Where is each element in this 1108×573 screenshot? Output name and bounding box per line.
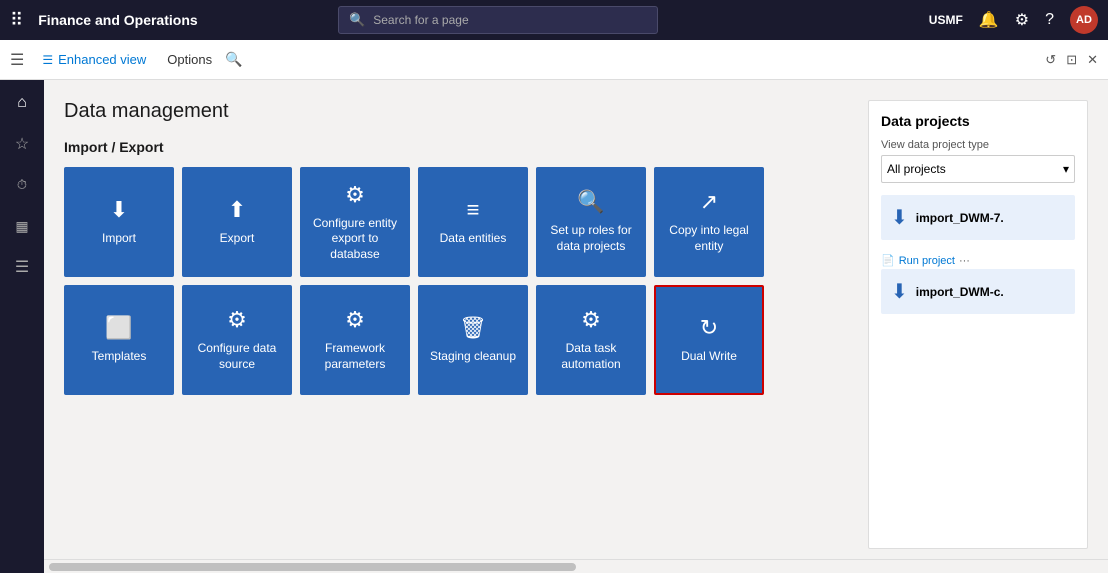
tile-import[interactable]: ⬇ Import: [64, 167, 174, 277]
tile-icon-export: ⬆: [228, 197, 246, 223]
project-name-project1: import_DWM-7.: [916, 211, 1065, 225]
help-icon[interactable]: ?: [1045, 11, 1054, 29]
project-card-inner-project2[interactable]: ⬇ import_DWM-c.: [881, 269, 1075, 314]
project-name-project2: import_DWM-c.: [916, 285, 1065, 299]
tile-data-task[interactable]: ⚙ Data task automation: [536, 285, 646, 395]
project-icon-project1: ⬇: [891, 205, 908, 230]
search-icon: 🔍: [349, 12, 365, 28]
page-body: Data management Import / Export ⬇ Import…: [44, 80, 1108, 559]
tile-configure-data[interactable]: ⚙ Configure data source: [182, 285, 292, 395]
page-title: Data management: [64, 100, 848, 123]
tile-icon-copy-legal: ↗: [700, 189, 718, 215]
tile-icon-dual-write: ↻: [700, 315, 718, 341]
tile-label-data-task: Data task automation: [546, 341, 636, 372]
tile-configure-entity[interactable]: ⚙ Configure entity export to database: [300, 167, 410, 277]
tile-dual-write[interactable]: ↻ Dual Write: [654, 285, 764, 395]
notification-icon[interactable]: 🔔: [979, 10, 999, 30]
chevron-down-icon: ▾: [1063, 162, 1069, 176]
project-card-project1: ⬇ import_DWM-7. 📄 Run project ···: [881, 195, 1075, 269]
secondary-toolbar: ☰ ☰ Enhanced view Options 🔍 ↺ ⊡ ✕: [0, 40, 1108, 80]
toolbar-right-tools: ↺ ⊡ ✕: [1045, 52, 1098, 68]
filter-label: View data project type: [881, 139, 1075, 151]
run-project-link[interactable]: Run project: [899, 255, 955, 267]
project-info-project2: import_DWM-c.: [916, 285, 1065, 299]
grid-icon[interactable]: ⠿: [10, 10, 23, 31]
run-project-row: 📄 Run project ···: [881, 248, 1075, 269]
company-badge: USMF: [929, 13, 963, 27]
right-panel: Data projects View data project type All…: [868, 100, 1088, 549]
hamburger-icon[interactable]: ☰: [10, 50, 24, 70]
options-label: Options: [167, 52, 212, 67]
horizontal-scrollbar[interactable]: [44, 559, 1108, 573]
more-options[interactable]: ···: [959, 255, 970, 267]
tile-label-staging: Staging cleanup: [430, 349, 516, 365]
section-title: Import / Export: [64, 139, 848, 155]
project-info-project1: import_DWM-7.: [916, 211, 1065, 225]
search-placeholder: Search for a page: [373, 13, 468, 27]
main-content: Data management Import / Export ⬇ Import…: [64, 100, 848, 549]
tile-label-configure-entity: Configure entity export to database: [310, 216, 400, 263]
tile-icon-framework: ⚙: [345, 307, 365, 333]
tile-icon-configure-entity: ⚙: [345, 182, 365, 208]
enhanced-view-label: Enhanced view: [58, 52, 146, 67]
tile-set-up-roles[interactable]: 🔍 Set up roles for data projects: [536, 167, 646, 277]
tile-export[interactable]: ⬆ Export: [182, 167, 292, 277]
sidebar-item-favorites[interactable]: ☆: [4, 126, 40, 162]
projects-list: ⬇ import_DWM-7. 📄 Run project ··· ⬇ impo…: [881, 195, 1075, 314]
content-area: Data management Import / Export ⬇ Import…: [44, 80, 1108, 573]
user-avatar[interactable]: AD: [1070, 6, 1098, 34]
sidebar-item-home[interactable]: ⌂: [4, 85, 40, 121]
tile-label-templates: Templates: [92, 349, 147, 365]
enhanced-view-button[interactable]: ☰ Enhanced view: [34, 48, 154, 71]
tile-label-framework: Framework parameters: [310, 341, 400, 372]
scroll-track[interactable]: [49, 563, 576, 571]
tile-label-data-entities: Data entities: [440, 231, 507, 247]
tile-label-dual-write: Dual Write: [681, 349, 737, 365]
top-navigation: ⠿ Finance and Operations 🔍 Search for a …: [0, 0, 1108, 40]
close-icon[interactable]: ✕: [1087, 52, 1098, 68]
tile-icon-staging: 🗑: [459, 315, 487, 341]
menu-lines-icon: ☰: [42, 53, 53, 67]
left-sidebar: ⌂ ☆ ⏱ ▦ ☰: [0, 80, 44, 573]
sidebar-item-workspaces[interactable]: ▦: [4, 208, 40, 244]
settings-icon[interactable]: ⚙: [1015, 10, 1029, 30]
tile-label-configure-data: Configure data source: [192, 341, 282, 372]
filter-select[interactable]: All projects ▾: [881, 155, 1075, 183]
tiles-grid: ⬇ Import ⬆ Export ⚙ Configure entity exp…: [64, 167, 848, 395]
tile-label-export: Export: [220, 231, 255, 247]
project-icon-project2: ⬇: [891, 279, 908, 304]
sidebar-item-modules[interactable]: ☰: [4, 249, 40, 285]
tile-icon-data-entities: ≡: [467, 197, 480, 223]
tile-icon-templates: ⬜: [105, 315, 132, 341]
toolbar-search-icon[interactable]: 🔍: [225, 51, 242, 68]
project-card-project2: ⬇ import_DWM-c.: [881, 269, 1075, 314]
project-card-inner-project1[interactable]: ⬇ import_DWM-7.: [881, 195, 1075, 240]
file-icon: 📄: [881, 254, 895, 267]
tile-label-set-up-roles: Set up roles for data projects: [546, 223, 636, 254]
refresh-icon[interactable]: ↺: [1045, 52, 1056, 68]
tile-icon-configure-data: ⚙: [227, 307, 247, 333]
tile-staging[interactable]: 🗑 Staging cleanup: [418, 285, 528, 395]
top-right-actions: USMF 🔔 ⚙ ? AD: [929, 6, 1098, 34]
tile-icon-import: ⬇: [110, 197, 128, 223]
tile-templates[interactable]: ⬜ Templates: [64, 285, 174, 395]
tile-data-entities[interactable]: ≡ Data entities: [418, 167, 528, 277]
tile-label-import: Import: [102, 231, 136, 247]
sidebar-item-recent[interactable]: ⏱: [4, 167, 40, 203]
tile-icon-set-up-roles: 🔍: [577, 189, 604, 215]
tile-framework[interactable]: ⚙ Framework parameters: [300, 285, 410, 395]
filter-value: All projects: [887, 162, 946, 176]
restore-icon[interactable]: ⊡: [1066, 52, 1077, 68]
main-layout: ⌂ ☆ ⏱ ▦ ☰ Data management Import / Expor…: [0, 80, 1108, 573]
app-title: Finance and Operations: [38, 12, 197, 28]
tile-label-copy-legal: Copy into legal entity: [664, 223, 754, 254]
right-panel-title: Data projects: [881, 113, 1075, 129]
tile-copy-legal[interactable]: ↗ Copy into legal entity: [654, 167, 764, 277]
tile-icon-data-task: ⚙: [581, 307, 601, 333]
options-button[interactable]: Options: [159, 48, 220, 71]
search-bar[interactable]: 🔍 Search for a page: [338, 6, 658, 34]
